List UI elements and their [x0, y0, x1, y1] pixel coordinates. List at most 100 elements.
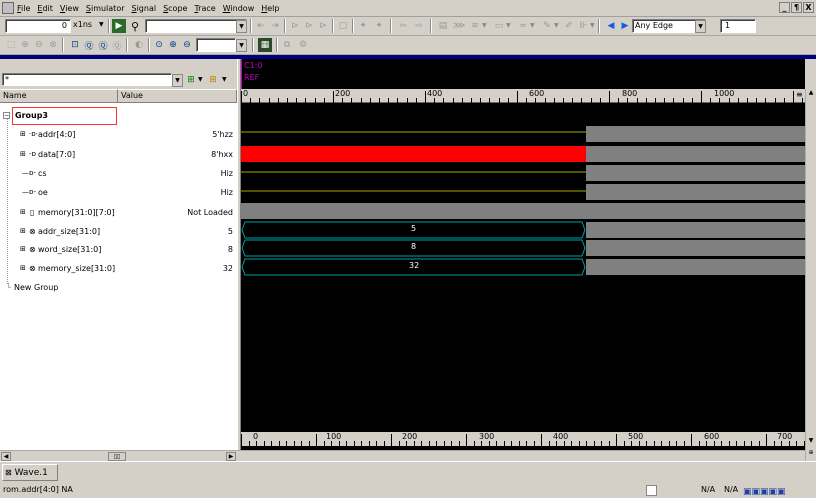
- menu-file[interactable]: File: [17, 4, 30, 13]
- scroll-left-icon[interactable]: ◀: [1, 452, 11, 461]
- search-dropdown-icon[interactable]: ▼: [236, 20, 247, 33]
- signal-list-chevron-icon[interactable]: ▼: [198, 76, 203, 83]
- group-row[interactable]: − Group3: [0, 106, 241, 125]
- menu-simulator[interactable]: Simulator: [86, 4, 125, 13]
- menu-signal[interactable]: Signal: [132, 4, 157, 13]
- menu-trace[interactable]: Trace: [194, 4, 215, 13]
- new-group-row[interactable]: └ New Group: [0, 278, 241, 297]
- signal-row[interactable]: —ɒ- oe Hiz: [0, 183, 241, 202]
- highlight-chevron-icon[interactable]: ▼: [554, 22, 559, 29]
- scroll-up-icon[interactable]: ▲: [806, 89, 816, 99]
- signal-row[interactable]: ⊞ -ɒ data[7:0] 8'hxx: [0, 145, 241, 164]
- filter-input[interactable]: *: [2, 73, 172, 86]
- search-next-icon[interactable]: ▶: [618, 19, 632, 33]
- menu-edit[interactable]: Edit: [37, 4, 53, 13]
- expand-icon[interactable]: ⊞: [20, 222, 26, 241]
- menu-scope[interactable]: Scope: [163, 4, 187, 13]
- zoom-plus-icon[interactable]: ⊕: [166, 38, 180, 52]
- signal-row[interactable]: ⊞ ⊗ memory_size[31:0] 32: [0, 259, 241, 278]
- scroll-right-icon[interactable]: ▶: [226, 452, 236, 461]
- search-type-chevron-icon[interactable]: ▼: [482, 22, 487, 29]
- signal-tree-icon[interactable]: ⊞: [206, 73, 220, 87]
- next-edge-icon[interactable]: ⇥: [268, 19, 282, 33]
- signal-row[interactable]: ⊞ ⊗ addr_size[31:0] 5: [0, 222, 241, 241]
- menu-help[interactable]: Help: [261, 4, 279, 13]
- zoom-prev-icon[interactable]: ◐: [132, 38, 146, 52]
- pen-icon[interactable]: ✐: [562, 19, 576, 33]
- ruler-menu-icon[interactable]: ≡: [796, 90, 803, 99]
- bookmark-next-icon[interactable]: ✦: [372, 19, 386, 33]
- zoom-fit-icon[interactable]: ⊡: [68, 38, 82, 52]
- zoom-area-icon[interactable]: ⊗: [46, 38, 60, 52]
- menu-view[interactable]: View: [60, 4, 79, 13]
- search-input[interactable]: [145, 19, 247, 33]
- wave-vscrollbar[interactable]: ▲ ▼ ⊕: [805, 89, 816, 461]
- wave-filter-chevron-icon[interactable]: ▼: [530, 22, 535, 29]
- copy-icon[interactable]: ⧉: [280, 38, 294, 52]
- zoom-minus-icon[interactable]: ⊖: [180, 38, 194, 52]
- highlight-icon[interactable]: ✎: [540, 19, 554, 33]
- expand-icon[interactable]: ⊞: [20, 240, 26, 259]
- zoom-center-icon[interactable]: ⊙: [152, 38, 166, 52]
- column-header-value[interactable]: Value: [118, 89, 237, 103]
- scroll-thumb[interactable]: ▯▯: [108, 452, 126, 461]
- stop-icon[interactable]: ▢: [336, 19, 350, 33]
- list-icon[interactable]: ▤: [436, 19, 450, 33]
- wave-filter-icon[interactable]: ≈: [516, 19, 530, 33]
- signal-row[interactable]: —ɒ- cs Hiz: [0, 164, 241, 183]
- close-button[interactable]: X: [803, 2, 814, 13]
- time-input[interactable]: 0: [5, 19, 71, 33]
- edge-count-input[interactable]: 1: [720, 19, 756, 33]
- run-icon[interactable]: ▶: [112, 19, 126, 33]
- scroll-down-icon[interactable]: ▼: [806, 437, 816, 447]
- signal-tree-chevron-icon[interactable]: ▼: [222, 76, 227, 83]
- column-header-name[interactable]: Name: [0, 89, 118, 103]
- new-group-label[interactable]: New Group: [14, 278, 58, 297]
- search-prev-icon[interactable]: ◀: [604, 19, 618, 33]
- zoom-in-icon[interactable]: ⊕: [18, 38, 32, 52]
- step-over-icon[interactable]: ⊳: [302, 19, 316, 33]
- minimize-button[interactable]: _: [779, 2, 790, 13]
- step-out-icon[interactable]: ⊳: [316, 19, 330, 33]
- search-type-icon[interactable]: ≋: [468, 19, 482, 33]
- select-icon[interactable]: ⬚: [4, 38, 18, 52]
- edge-chevron-icon[interactable]: ▼: [590, 22, 595, 29]
- chevron-down-icon[interactable]: ▼: [99, 21, 104, 28]
- menu-window[interactable]: Window: [223, 4, 255, 13]
- binoculars-icon[interactable]: ⚲: [128, 19, 142, 33]
- signal-row[interactable]: ⊞ ·ɒ· addr[4:0] 5'hzz: [0, 125, 241, 144]
- status-icons[interactable]: ▣▣▣▣▣: [743, 484, 786, 498]
- signal-list-icon[interactable]: ⊞: [184, 73, 198, 87]
- time-unit-select[interactable]: x1ns: [73, 20, 92, 29]
- bookmark-icon[interactable]: ✦: [356, 19, 370, 33]
- expand-icon[interactable]: ⊞: [20, 203, 26, 222]
- marker-chevron-icon[interactable]: ▼: [506, 22, 511, 29]
- back-icon[interactable]: ⇦: [396, 19, 410, 33]
- edge-icon[interactable]: ⊪: [576, 19, 590, 33]
- filter-chevron-icon[interactable]: ▼: [172, 74, 183, 87]
- expand-icon[interactable]: ⊞: [20, 145, 26, 164]
- group-name[interactable]: Group3: [12, 107, 117, 125]
- waveform-canvas[interactable]: [241, 103, 805, 431]
- prev-edge-icon[interactable]: ⇤: [254, 19, 268, 33]
- settings-icon[interactable]: ⚙: [296, 38, 310, 52]
- signal-row[interactable]: ⊞ ▯ memory[31:0][7:0] Not Loaded: [0, 203, 241, 222]
- search-forward-icon[interactable]: ⋙: [452, 19, 466, 33]
- step-icon[interactable]: ⊳: [288, 19, 302, 33]
- marker-icon[interactable]: ▭: [492, 19, 506, 33]
- expand-icon[interactable]: ⊞: [20, 125, 26, 144]
- zoom-out-icon[interactable]: ⊖: [32, 38, 46, 52]
- zoom-cursor-icon[interactable]: Ⓠ: [96, 38, 110, 52]
- zoom-full-icon[interactable]: Ⓠ: [82, 38, 96, 52]
- restore-button[interactable]: ¶: [791, 2, 802, 13]
- tab-wave[interactable]: ⊠ Wave.1 ×: [2, 464, 58, 493]
- status-checkbox[interactable]: [646, 485, 657, 496]
- zoom-value-chevron-icon[interactable]: ▼: [236, 39, 247, 52]
- zoom-last-icon[interactable]: Ⓠ: [110, 38, 124, 52]
- zoom-corner-icon[interactable]: ⊕: [806, 449, 816, 459]
- grid-icon[interactable]: ▦: [258, 38, 272, 52]
- signal-row[interactable]: ⊞ ⊗ word_size[31:0] 8: [0, 240, 241, 259]
- zoom-value-input[interactable]: [196, 38, 236, 52]
- expand-icon[interactable]: ⊞: [20, 259, 26, 278]
- edge-type-chevron-icon[interactable]: ▼: [695, 20, 706, 33]
